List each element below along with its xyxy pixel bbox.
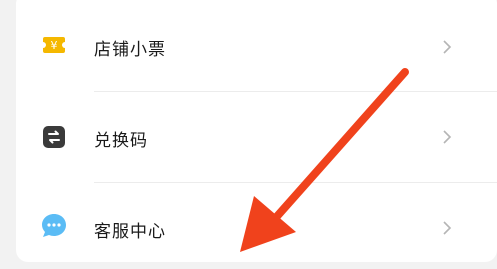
menu-item-label: 兑换码	[94, 131, 148, 151]
menu-item-redeem-code[interactable]: 兑换码	[16, 91, 497, 182]
receipt-ticket-icon: ¥	[42, 37, 66, 53]
menu-item-label: 客服中心	[94, 222, 166, 242]
menu-item-label: 店铺小票	[94, 40, 166, 60]
chevron-right-icon	[443, 221, 452, 235]
menu-item-customer-service[interactable]: 客服中心	[16, 182, 497, 269]
svg-text:¥: ¥	[51, 39, 58, 52]
chevron-right-icon	[443, 40, 452, 54]
menu-item-store-receipt[interactable]: ¥ 店铺小票	[16, 0, 497, 91]
settings-page: ¥ 店铺小票 兑换码 客服中心	[0, 0, 497, 269]
exchange-icon	[43, 126, 65, 148]
chat-bubble-icon	[42, 214, 66, 237]
chevron-right-icon	[443, 130, 452, 144]
